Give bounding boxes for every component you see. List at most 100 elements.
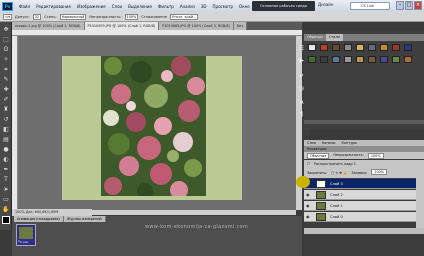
pen-tool-icon[interactable]: ✒: [2, 166, 10, 174]
style-label: Стиль:: [44, 14, 57, 19]
frame-thumbnail: [19, 227, 33, 239]
doc-size: Док: 640,6K/1,69M: [25, 210, 59, 214]
type-tool-icon[interactable]: T: [2, 176, 10, 184]
style-swatch[interactable]: [320, 56, 328, 63]
shape-tool-icon[interactable]: ▭: [2, 196, 10, 204]
tab-swatches[interactable]: Образцы: [304, 34, 326, 41]
lasso-tool-icon[interactable]: ʘ: [2, 46, 10, 54]
layer-row[interactable]: ◉ Слой 2: [304, 190, 416, 200]
dodge-tool-icon[interactable]: ◐: [2, 156, 10, 164]
doc-tab-2[interactable]: P1010959.JPG @ 100% (Слой 1, RGB/8): [84, 22, 160, 30]
style-swatch[interactable]: [332, 44, 340, 51]
style-swatch[interactable]: [404, 56, 412, 63]
menu-file[interactable]: Файл: [16, 4, 33, 9]
tab-measurement-log[interactable]: Журнал измерений: [63, 216, 106, 222]
style-swatch[interactable]: [356, 44, 364, 51]
horizontal-ruler: [12, 30, 302, 36]
move-tool-icon[interactable]: ✥: [2, 26, 10, 34]
lock-icons[interactable]: ▢ ✎ ✥ 🔒: [331, 168, 347, 178]
gradient-tool-icon[interactable]: ▤: [2, 136, 10, 144]
healing-brush-icon[interactable]: ✚: [2, 86, 10, 94]
fill-field[interactable]: 100%: [371, 169, 388, 175]
menu-filter[interactable]: Фильтр: [155, 4, 177, 9]
animation-frame[interactable]: 1 0 сек.: [16, 224, 36, 246]
menu-view[interactable]: Просмотр: [210, 4, 237, 9]
style-swatch[interactable]: [308, 56, 316, 63]
menu-window[interactable]: Окно: [236, 4, 253, 9]
style-swatch[interactable]: [332, 56, 340, 63]
menu-3d[interactable]: 3D: [198, 4, 210, 9]
eye-icon[interactable]: ◉: [306, 214, 311, 220]
cursor-highlight: [296, 176, 310, 188]
tab-animation[interactable]: Анимация (покадровая): [14, 216, 64, 222]
layer-thumbnail: [316, 213, 326, 221]
refine-edge-button[interactable]: Уточн. край...: [169, 13, 199, 20]
workspace-design-link[interactable]: Дизайн: [318, 2, 334, 7]
eyedropper-icon[interactable]: ✎: [2, 76, 10, 84]
tolerance-label: Допуск:: [14, 14, 30, 19]
layer-name: Слой 3: [330, 182, 343, 186]
frame-delay[interactable]: 0 сек.: [20, 240, 29, 244]
layer-row[interactable]: ◉ Слой 3: [304, 179, 416, 189]
eye-icon[interactable]: ◉: [306, 203, 311, 209]
style-swatch[interactable]: [368, 44, 376, 51]
tolerance-field[interactable]: 32: [32, 13, 42, 20]
layer-row[interactable]: ◉ Слой 1: [304, 201, 416, 211]
cs-live-button[interactable]: CS Live: [350, 2, 390, 10]
lock-row: Закрепить: ▢ ✎ ✥ 🔒 Заливка: 100%: [304, 168, 424, 178]
history-brush-icon[interactable]: ↺: [2, 116, 10, 124]
style-select[interactable]: Нормальный: [59, 13, 87, 20]
layer-name: Слой 2: [330, 193, 343, 197]
style-swatch[interactable]: [380, 44, 388, 51]
zoom-level[interactable]: 100%: [15, 210, 25, 214]
brush-tool-icon[interactable]: ✐: [2, 96, 10, 104]
document-tabs: mosaic-2.jpg @ 100% (Слой 1, RGB/8) P101…: [12, 22, 302, 30]
workspace-active-button[interactable]: Основная рабочая среда: [252, 1, 315, 11]
doc-tab-4[interactable]: Без: [233, 22, 248, 30]
style-swatch[interactable]: [344, 56, 352, 63]
opacity-field[interactable]: 100%: [124, 13, 139, 20]
flower-photo-layer: [101, 56, 206, 196]
layer-opacity-field[interactable]: 100%: [367, 153, 384, 159]
style-swatch[interactable]: [320, 44, 328, 51]
menu-image[interactable]: Изображение: [74, 4, 109, 9]
style-swatch[interactable]: [392, 44, 400, 51]
path-select-icon[interactable]: ➤: [2, 186, 10, 194]
blur-tool-icon[interactable]: ●: [2, 146, 10, 154]
doc-tab-1[interactable]: mosaic-2.jpg @ 100% (Слой 1, RGB/8): [12, 22, 85, 30]
layers-scrollbar[interactable]: [416, 178, 424, 228]
propagate-row: ☐ Распространить кадр 1: [304, 160, 424, 168]
crop-tool-icon[interactable]: ⌗: [2, 66, 10, 74]
close-icon[interactable]: ×: [414, 1, 422, 10]
menu-layer[interactable]: Слои: [109, 4, 125, 9]
magic-wand-icon[interactable]: ✧: [2, 56, 10, 64]
minimize-icon[interactable]: –: [396, 1, 404, 10]
eye-icon[interactable]: ◉: [306, 192, 311, 198]
styles-panel-tabs: Образцы Стили: [304, 34, 424, 41]
style-swatch[interactable]: [356, 56, 364, 63]
style-swatch[interactable]: [308, 44, 316, 51]
maximize-icon[interactable]: □: [405, 1, 413, 10]
marquee-preset-icon[interactable]: ▭▾: [3, 13, 12, 20]
hand-tool-icon[interactable]: ✋: [2, 206, 10, 214]
layer-name: Слой 0: [330, 215, 343, 219]
doc-tab-3[interactable]: P1010083.JPG @ 100% (Слой 3, RGB/8): [159, 22, 234, 30]
style-swatch[interactable]: [344, 44, 352, 51]
marquee-tool-icon[interactable]: ⬚: [2, 36, 10, 44]
menu-edit[interactable]: Редактирование: [33, 4, 74, 9]
blend-mode-select[interactable]: Обычные: [307, 153, 330, 159]
eraser-tool-icon[interactable]: ◧: [2, 126, 10, 134]
color-swatch-icon[interactable]: [2, 216, 10, 224]
propagate-checkbox[interactable]: ☐: [307, 160, 310, 168]
antialias-label[interactable]: Сглаживание: [141, 15, 167, 19]
menu-select[interactable]: Выделение: [125, 4, 155, 9]
style-swatch[interactable]: [368, 56, 376, 63]
layer-thumbnail: [316, 202, 326, 210]
menu-analysis[interactable]: Анализ: [177, 4, 198, 9]
stamp-tool-icon[interactable]: ♜: [2, 106, 10, 114]
style-swatch[interactable]: [404, 44, 412, 51]
layer-row[interactable]: ◉ Слой 0: [304, 212, 416, 222]
tab-styles[interactable]: Стили: [325, 34, 343, 41]
style-swatch[interactable]: [380, 56, 388, 63]
style-swatch[interactable]: [392, 56, 400, 63]
